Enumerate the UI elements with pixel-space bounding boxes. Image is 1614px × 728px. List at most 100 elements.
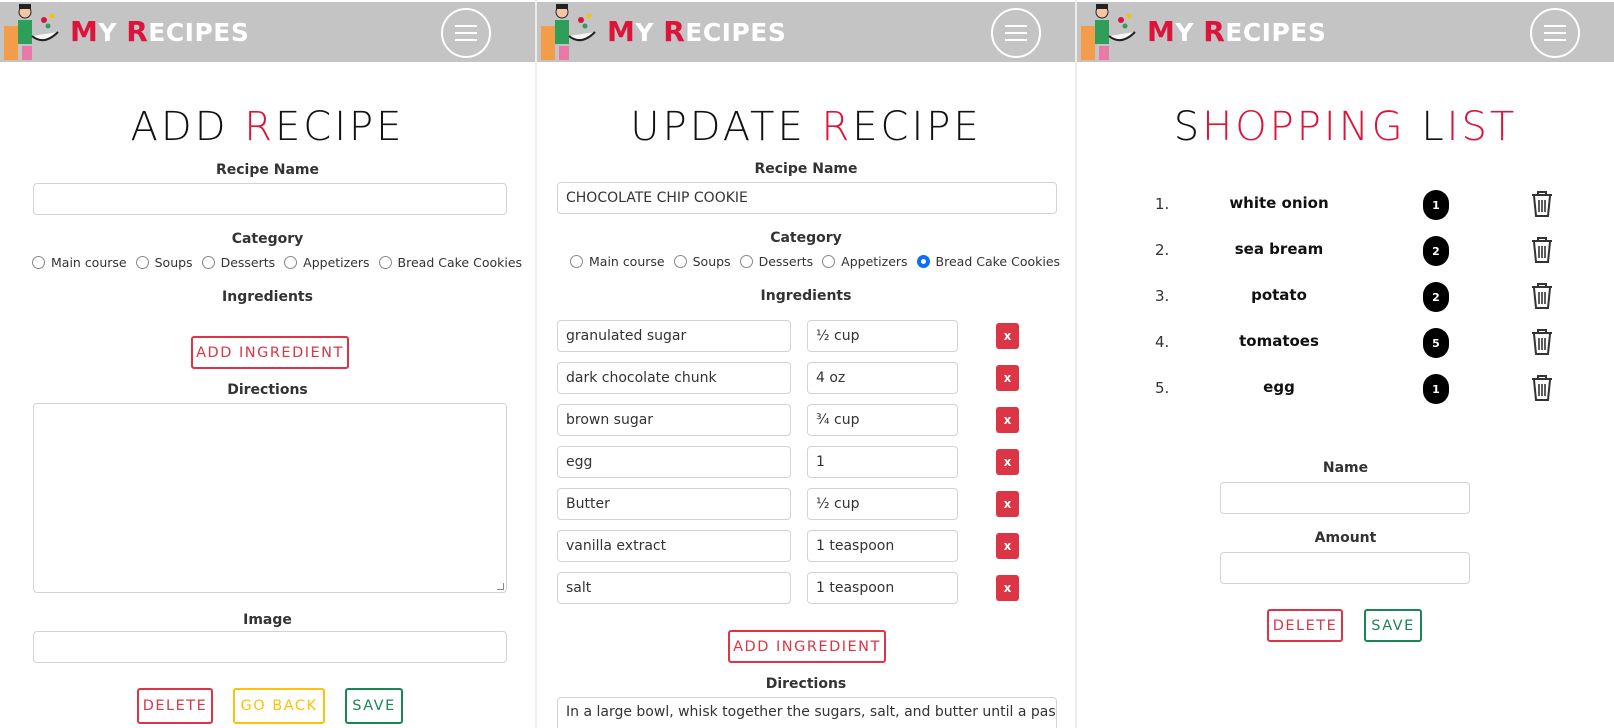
go-back-button[interactable]: GO BACK: [233, 688, 325, 724]
brand-title[interactable]: MY RECIPES: [70, 15, 249, 48]
category-label: Desserts: [220, 255, 276, 270]
item-name: potato: [1251, 286, 1307, 304]
delete-button[interactable]: DELETE: [137, 688, 213, 724]
trash-icon[interactable]: [1529, 281, 1555, 311]
image-input[interactable]: [33, 631, 507, 663]
directions-textarea[interactable]: In a large bowl, whisk together the suga…: [557, 697, 1057, 728]
ingredient-name-input[interactable]: Butter: [557, 488, 791, 520]
category-option[interactable]: Main course: [32, 255, 127, 270]
recipe-name-input[interactable]: [33, 183, 507, 215]
add-ingredient-button[interactable]: ADD INGREDIENT: [728, 630, 886, 663]
save-button[interactable]: SAVE: [345, 688, 403, 724]
category-radio-group: Main course Soups Desserts Appetizers Bread …: [570, 254, 1069, 269]
ingredient-name-input[interactable]: brown sugar: [557, 404, 791, 436]
remove-ingredient-button[interactable]: x: [996, 365, 1019, 391]
radio-button[interactable]: [822, 255, 836, 268]
radio-button[interactable]: [32, 256, 45, 269]
chef-logo-icon[interactable]: [1077, 2, 1139, 62]
category-label: Appetizers: [841, 254, 908, 269]
radio-button[interactable]: [739, 255, 753, 268]
chef-logo-icon[interactable]: [0, 2, 62, 62]
brand-title[interactable]: MY RECIPES: [1147, 15, 1326, 48]
category-label: Appetizers: [303, 255, 370, 270]
trash-icon[interactable]: [1529, 327, 1555, 357]
category-option[interactable]: Desserts: [739, 254, 813, 269]
remove-ingredient-button[interactable]: x: [996, 449, 1019, 475]
trash-icon[interactable]: [1529, 189, 1555, 219]
navbar: MY RECIPES: [1077, 2, 1614, 62]
ingredient-name-input[interactable]: granulated sugar: [557, 320, 791, 352]
item-number: 3.: [1155, 287, 1170, 305]
radio-button[interactable]: [378, 256, 392, 269]
item-name: white onion: [1229, 194, 1329, 212]
category-option[interactable]: Appetizers: [822, 254, 908, 269]
category-option[interactable]: Bread Cake Cookies: [378, 255, 523, 270]
hamburger-menu-button[interactable]: [441, 8, 491, 58]
category-label: Soups: [154, 255, 193, 270]
radio-button[interactable]: [135, 256, 149, 269]
radio-button[interactable]: [570, 255, 583, 268]
category-label: Category: [231, 231, 304, 247]
item-count-badge: 1: [1423, 190, 1449, 220]
save-button[interactable]: SAVE: [1364, 609, 1422, 642]
ingredients-label: Ingredients: [760, 288, 852, 304]
item-count-badge: 1: [1423, 374, 1449, 404]
ingredient-amount-input[interactable]: 1 teaspoon: [807, 572, 958, 604]
ingredient-amount-input[interactable]: ½ cup: [807, 320, 958, 352]
hamburger-menu-button[interactable]: [991, 8, 1041, 58]
ingredient-name-input[interactable]: vanilla extract: [557, 530, 791, 562]
resize-grip[interactable]: [497, 583, 504, 590]
menu-bar: [1544, 25, 1566, 27]
remove-ingredient-button[interactable]: x: [996, 533, 1019, 559]
category-option[interactable]: Soups: [135, 255, 193, 270]
add-ingredient-button[interactable]: ADD INGREDIENT: [191, 336, 349, 369]
hamburger-menu-button[interactable]: [1530, 8, 1580, 58]
delete-button[interactable]: DELETE: [1267, 609, 1343, 642]
category-label: Soups: [692, 254, 731, 269]
item-count-badge: 2: [1423, 282, 1449, 312]
radio-button[interactable]: [284, 256, 298, 269]
category-label: Main course: [589, 254, 665, 269]
brand-title[interactable]: MY RECIPES: [607, 15, 786, 48]
shopping-list-item: 1. white onion 1: [1077, 187, 1614, 227]
remove-ingredient-button[interactable]: x: [996, 491, 1019, 517]
category-radio-group: Main course Soups Desserts Appetizers Bread …: [32, 255, 531, 270]
menu-bar: [1544, 39, 1566, 41]
ingredient-name-input[interactable]: salt: [557, 572, 791, 604]
ingredient-name-input[interactable]: dark chocolate chunk: [557, 362, 791, 394]
page-title: SHOPPING LIST: [1173, 104, 1518, 150]
recipe-name-input[interactable]: CHOCOLATE CHIP COOKIE: [557, 182, 1057, 214]
shopping-list-item: 4. tomatoes 5: [1077, 325, 1614, 365]
category-option[interactable]: Main course: [570, 254, 665, 269]
directions-label: Directions: [227, 382, 308, 398]
category-label: Bread Cake Cookies: [397, 255, 523, 270]
trash-icon[interactable]: [1529, 373, 1555, 403]
radio-button[interactable]: [916, 255, 930, 268]
name-input[interactable]: [1220, 482, 1470, 514]
category-option[interactable]: Appetizers: [284, 255, 370, 270]
radio-button[interactable]: [673, 255, 687, 268]
menu-bar: [1005, 25, 1027, 27]
remove-ingredient-button[interactable]: x: [996, 407, 1019, 433]
remove-ingredient-button[interactable]: x: [996, 323, 1019, 349]
ingredient-amount-input[interactable]: 4 oz: [807, 362, 958, 394]
radio-button[interactable]: [201, 256, 215, 269]
category-option[interactable]: Bread Cake Cookies: [916, 254, 1060, 269]
directions-textarea[interactable]: [33, 403, 507, 593]
amount-input[interactable]: [1220, 552, 1470, 584]
category-label: Main course: [51, 255, 127, 270]
recipe-name-label: Recipe Name: [215, 162, 319, 178]
remove-ingredient-button[interactable]: x: [996, 575, 1019, 601]
name-label: Name: [1322, 460, 1369, 476]
menu-bar: [1005, 39, 1027, 41]
ingredient-amount-input[interactable]: ¾ cup: [807, 404, 958, 436]
trash-icon[interactable]: [1529, 235, 1555, 265]
category-option[interactable]: Desserts: [201, 255, 276, 270]
ingredient-name-input[interactable]: egg: [557, 446, 791, 478]
ingredient-amount-input[interactable]: ½ cup: [807, 488, 958, 520]
shopping-list-item: 3. potato 2: [1077, 279, 1614, 319]
ingredient-amount-input[interactable]: 1 teaspoon: [807, 530, 958, 562]
chef-logo-icon[interactable]: [537, 2, 599, 62]
category-option[interactable]: Soups: [673, 254, 731, 269]
ingredient-amount-input[interactable]: 1: [807, 446, 958, 478]
